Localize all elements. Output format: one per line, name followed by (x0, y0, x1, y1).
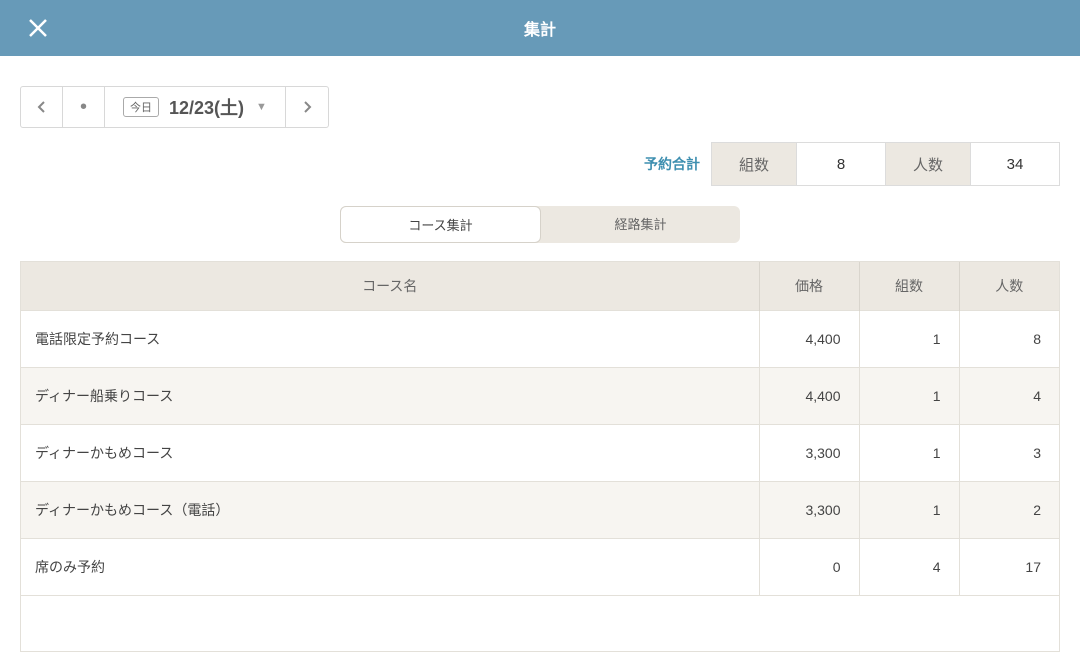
cell-people: 8 (959, 311, 1059, 368)
summary-label: 予約合計 (644, 154, 712, 174)
tab-route[interactable]: 経路集計 (541, 206, 740, 243)
cell-groups: 1 (859, 482, 959, 539)
cell-course-name: ディナーかもめコース（電話） (21, 482, 759, 539)
next-date-button[interactable] (286, 87, 328, 127)
table-row: ディナーかもめコース3,30013 (21, 425, 1059, 482)
table-row: 席のみ予約0417 (21, 539, 1059, 596)
cell-course-name: ディナー船乗りコース (21, 368, 759, 425)
summary-groups-label: 組数 (711, 142, 797, 186)
col-people: 人数 (959, 262, 1059, 311)
cell-price: 4,400 (759, 311, 859, 368)
cell-people: 3 (959, 425, 1059, 482)
table-row-empty (21, 596, 1059, 651)
cell-groups: 4 (859, 539, 959, 596)
chevron-left-icon (37, 100, 47, 114)
cell-groups: 1 (859, 368, 959, 425)
close-button[interactable] (24, 14, 52, 42)
col-price: 価格 (759, 262, 859, 311)
date-navigator: • 今日 12/23(土) ▼ (20, 86, 329, 128)
tab-switch: コース集計 経路集計 (340, 206, 740, 243)
today-badge: 今日 (123, 97, 159, 117)
col-course-name: コース名 (21, 262, 759, 311)
cell-course-name: ディナーかもめコース (21, 425, 759, 482)
col-groups: 組数 (859, 262, 959, 311)
date-picker[interactable]: 今日 12/23(土) ▼ (105, 87, 286, 127)
date-text: 12/23(土) (169, 94, 244, 120)
cell-price: 3,300 (759, 482, 859, 539)
course-table: コース名 価格 組数 人数 電話限定予約コース4,40018ディナー船乗りコース… (20, 261, 1060, 652)
cell-price: 4,400 (759, 368, 859, 425)
summary-people-label: 人数 (885, 142, 971, 186)
cell-course-name: 席のみ予約 (21, 539, 759, 596)
table-row: ディナーかもめコース（電話）3,30012 (21, 482, 1059, 539)
chevron-down-icon: ▼ (256, 101, 267, 113)
chevron-right-icon (302, 100, 312, 114)
page-title: 集計 (0, 16, 1080, 40)
prev-date-button[interactable] (21, 87, 63, 127)
cell-price: 3,300 (759, 425, 859, 482)
cell-people: 4 (959, 368, 1059, 425)
summary-groups-value: 8 (796, 142, 886, 186)
summary-totals: 予約合計 組数 8 人数 34 (0, 142, 1060, 186)
cell-price: 0 (759, 539, 859, 596)
cell-people: 17 (959, 539, 1059, 596)
table-row: ディナー船乗りコース4,40014 (21, 368, 1059, 425)
table-row: 電話限定予約コース4,40018 (21, 311, 1059, 368)
summary-people-value: 34 (970, 142, 1060, 186)
cell-groups: 1 (859, 425, 959, 482)
cell-people: 2 (959, 482, 1059, 539)
close-icon (27, 17, 49, 39)
tab-course[interactable]: コース集計 (340, 206, 541, 243)
cell-groups: 1 (859, 311, 959, 368)
app-header: 集計 (0, 0, 1080, 56)
date-dot-button[interactable]: • (63, 87, 105, 127)
cell-course-name: 電話限定予約コース (21, 311, 759, 368)
